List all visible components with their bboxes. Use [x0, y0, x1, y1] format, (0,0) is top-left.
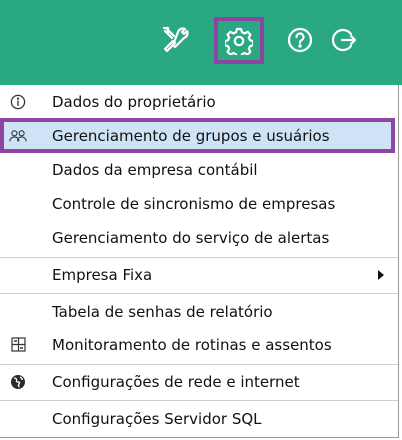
menu-item-label: Empresa Fixa	[52, 265, 153, 284]
menu-item-accounting-company[interactable]: Dados da empresa contábil	[0, 154, 398, 185]
menu-item-sql-server[interactable]: Configurações Servidor SQL	[0, 403, 398, 434]
settings-button[interactable]	[214, 17, 264, 64]
menu-item-label: Monitoramento de rotinas e assentos	[52, 335, 332, 354]
menu-item-report-passwords[interactable]: Tabela de senhas de relatório	[0, 296, 398, 327]
globe-icon	[9, 373, 27, 391]
menu-item-groups-users[interactable]: Gerenciamento de grupos e usuários	[0, 118, 395, 153]
info-circle-icon	[9, 93, 27, 111]
menu-divider	[0, 257, 398, 258]
menu-item-routine-monitor[interactable]: Monitoramento de rotinas e assentos	[0, 329, 398, 360]
menu-item-label: Dados do proprietário	[52, 92, 216, 111]
menu-divider	[0, 293, 398, 294]
logout-icon	[331, 28, 357, 52]
menu-item-alert-service[interactable]: Gerenciamento do serviço de alertas	[0, 222, 398, 253]
menu-item-label: Gerenciamento do serviço de alertas	[52, 228, 330, 247]
menu-divider	[0, 364, 398, 365]
menu-item-label: Configurações Servidor SQL	[52, 409, 262, 428]
menu-item-label: Controle de sincronismo de empresas	[52, 194, 336, 213]
help-button[interactable]	[282, 22, 318, 58]
users-icon	[9, 127, 27, 145]
settings-screen: Dados do proprietário Gerenciamento de g…	[0, 0, 402, 440]
menu-item-owner-data[interactable]: Dados do proprietário	[0, 86, 398, 117]
menu-item-label: Tabela de senhas de relatório	[52, 302, 273, 321]
menu-item-company-sync[interactable]: Controle de sincronismo de empresas	[0, 188, 398, 219]
top-toolbar	[0, 0, 402, 85]
question-circle-icon	[287, 27, 313, 53]
menu-item-label: Dados da empresa contábil	[52, 160, 258, 179]
settings-menu: Dados do proprietário Gerenciamento de g…	[0, 85, 399, 438]
monitor-grid-icon	[9, 336, 27, 354]
menu-item-label: Configurações de rede e internet	[52, 372, 300, 391]
submenu-arrow-icon	[378, 269, 384, 280]
menu-item-label: Gerenciamento de grupos e usuários	[52, 126, 330, 145]
menu-item-network-settings[interactable]: Configurações de rede e internet	[0, 366, 398, 397]
logout-button[interactable]	[326, 22, 362, 58]
tools-button[interactable]	[158, 22, 194, 58]
menu-divider	[0, 400, 398, 401]
menu-item-fixed-company[interactable]: Empresa Fixa	[0, 259, 398, 290]
tools-icon	[162, 26, 189, 53]
gear-icon	[225, 27, 253, 55]
